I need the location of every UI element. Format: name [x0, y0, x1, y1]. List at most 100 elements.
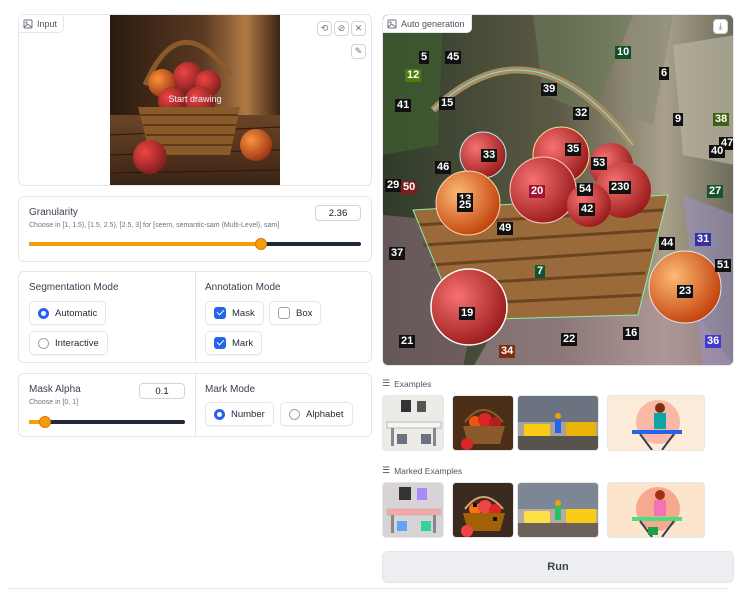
annotation-mask-option[interactable]: Mask — [205, 301, 264, 325]
segment-mark-label: 7 — [535, 265, 546, 278]
mark-mode-alphabet-option[interactable]: Alphabet — [280, 402, 353, 426]
output-tag: Auto generation — [383, 15, 472, 33]
mask-label: Mask — [232, 307, 255, 319]
marked-example-basket[interactable] — [452, 482, 514, 538]
granularity-panel: Granularity 2.36 Choose in [1, 1.5), [1.… — [18, 196, 372, 262]
run-button[interactable]: Run — [382, 551, 734, 583]
mask-alpha-label: Mask Alpha — [29, 384, 81, 395]
segment-mark-label: 16 — [623, 327, 640, 340]
box-checkbox[interactable] — [278, 307, 290, 319]
marked-office-thumbnail — [383, 483, 443, 537]
marked-example-office[interactable] — [382, 482, 444, 538]
segment-mark-label: 50 — [401, 181, 418, 194]
alpha-divider — [195, 374, 196, 436]
office-thumbnail — [383, 396, 443, 450]
interactive-radio[interactable] — [38, 337, 49, 349]
segment-mark-label: 22 — [561, 333, 578, 346]
segment-mark-label: 6 — [659, 67, 670, 80]
marked-ironing-thumbnail — [608, 483, 704, 537]
mask-checkbox[interactable] — [214, 307, 226, 319]
segment-mark-label: 44 — [659, 237, 676, 250]
input-tag: Input — [19, 15, 65, 33]
segment-mark-label: 230 — [609, 181, 632, 194]
segmentation-interactive-option[interactable]: Interactive — [29, 331, 108, 355]
segment-mark-label: 27 — [707, 185, 724, 198]
segmentation-mode-label: Segmentation Mode — [29, 282, 119, 293]
marked-examples-title-text: Marked Examples — [394, 465, 463, 476]
granularity-hint: Choose in [1, 1.5), [1.5, 2.5), [2.5, 3]… — [29, 222, 280, 229]
annotation-box-option[interactable]: Box — [269, 301, 322, 325]
examples-title-text: Examples — [394, 378, 432, 389]
annotation-mark-option[interactable]: Mark — [205, 331, 263, 355]
number-radio[interactable] — [214, 408, 225, 420]
mask-alpha-value-input[interactable]: 0.1 — [139, 383, 185, 399]
interactive-label: Interactive — [55, 337, 99, 349]
segment-mark-label: 54 — [577, 183, 594, 196]
granularity-label: Granularity — [29, 207, 78, 218]
marked-example-street[interactable] — [517, 482, 599, 538]
marked-street-thumbnail — [518, 483, 598, 537]
output-tag-label: Auto generation — [401, 18, 465, 29]
alpha-panel: Mask Alpha 0.1 Choose in [0, 1] Mark Mod… — [18, 373, 372, 437]
granularity-slider-fill — [29, 242, 262, 246]
download-button[interactable]: ⤓ — [713, 19, 728, 34]
list-icon: ☰ — [382, 378, 391, 388]
segment-mark-label: 49 — [497, 222, 514, 235]
clear-button[interactable]: ⊘ — [334, 21, 349, 36]
run-button-label: Run — [547, 561, 569, 573]
close-icon: ✕ — [354, 23, 363, 33]
segment-mark-label: 35 — [565, 143, 582, 156]
list-icon: ☰ — [382, 465, 391, 475]
segment-mark-label: 32 — [573, 107, 590, 120]
mask-alpha-slider[interactable] — [29, 416, 185, 428]
segment-mark-label: 51 — [715, 259, 732, 272]
segment-mark-label: 37 — [389, 247, 406, 260]
close-button[interactable]: ✕ — [351, 21, 366, 36]
example-office[interactable] — [382, 395, 444, 451]
segment-mark-label: 23 — [677, 285, 694, 298]
segment-mark-label: 38 — [713, 113, 730, 126]
segment-mark-label: 25 — [457, 199, 474, 212]
mark-mode-number-option[interactable]: Number — [205, 402, 274, 426]
segment-mark-label: 45 — [445, 51, 462, 64]
mark-mode-label: Mark Mode — [205, 384, 256, 395]
box-label: Box — [296, 307, 313, 319]
mask-alpha-hint: Choose in [0, 1] — [29, 399, 79, 406]
annotation-mode-label: Annotation Mode — [205, 282, 281, 293]
mark-checkbox[interactable] — [214, 337, 226, 349]
drawing-canvas[interactable]: Start drawing — [110, 15, 280, 185]
image-icon — [23, 19, 33, 28]
automatic-label: Automatic — [55, 307, 98, 319]
example-ironing[interactable] — [607, 395, 705, 451]
example-street[interactable] — [517, 395, 599, 451]
segment-mark-label: 42 — [579, 203, 596, 216]
segment-mark-label: 46 — [435, 161, 452, 174]
number-label: Number — [231, 408, 265, 420]
mask-alpha-slider-thumb[interactable] — [38, 416, 51, 428]
segmentation-automatic-option[interactable]: Automatic — [29, 301, 107, 325]
granularity-value-input[interactable]: 2.36 — [315, 205, 361, 221]
marked-example-ironing[interactable] — [607, 482, 705, 538]
segment-mark-label: 53 — [591, 157, 608, 170]
segment-mark-label: 34 — [499, 345, 516, 358]
segment-mark-label: 40 — [709, 145, 726, 158]
granularity-slider[interactable] — [29, 238, 361, 250]
street-thumbnail — [518, 396, 598, 450]
granularity-slider-thumb[interactable] — [255, 238, 268, 250]
segment-mark-label: 39 — [541, 83, 558, 96]
input-panel: Input ⟲ ⊘ ✕ ✎ Start drawing — [18, 14, 372, 186]
segment-mark-label: 15 — [439, 97, 456, 110]
segment-mark-label: 31 — [695, 233, 712, 246]
undo-button[interactable]: ⟲ — [317, 21, 332, 36]
automatic-radio[interactable] — [38, 307, 49, 319]
example-basket[interactable] — [452, 395, 514, 451]
segment-mark-label: 20 — [529, 185, 546, 198]
output-panel: Auto generation ⤓ 5 45 10 12 6 39 41 15 … — [382, 14, 734, 366]
mark-labels: 5 45 10 12 6 39 41 15 32 9 38 47 40 33 35 46 53 29 50 20 54 2… — [383, 15, 733, 365]
brush-button[interactable]: ✎ — [351, 44, 366, 59]
segment-mark-label: 12 — [405, 69, 422, 82]
undo-icon: ⟲ — [320, 23, 329, 33]
alphabet-radio[interactable] — [289, 408, 300, 420]
segment-mark-label: 9 — [673, 113, 684, 126]
marked-basket-thumbnail — [453, 483, 513, 537]
